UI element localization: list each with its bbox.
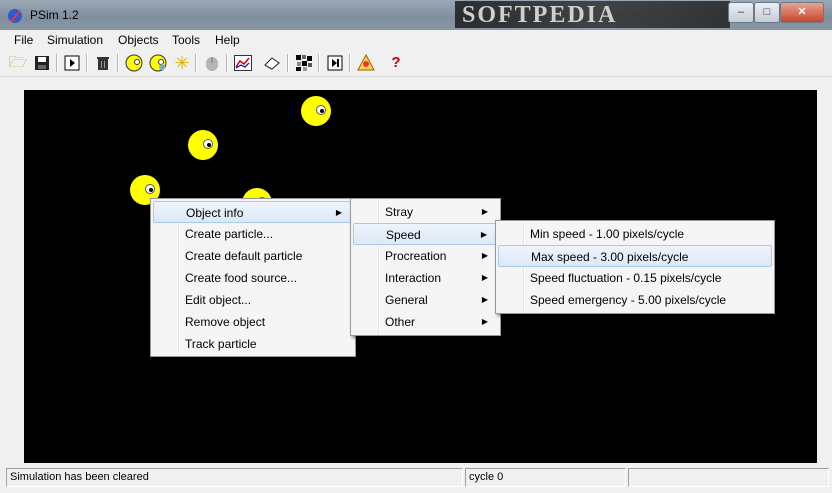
toolbar: 🗁 ✳ ? (0, 50, 832, 77)
speed-item-min-speed[interactable]: Min speed - 1.00 pixels/cycle (498, 223, 772, 245)
submenu-item-procreation[interactable]: Procreation ▶ (353, 245, 498, 267)
status-message: Simulation has been cleared (6, 468, 463, 487)
menu-simulation[interactable]: Simulation (47, 33, 103, 47)
save-icon[interactable] (32, 53, 52, 73)
info-icon[interactable] (356, 53, 376, 73)
menu-item-edit-object[interactable]: Edit object... (153, 289, 353, 311)
close-button[interactable]: ✕ (780, 2, 824, 23)
help-icon[interactable]: ? (386, 53, 406, 73)
menu-tools[interactable]: Tools (172, 33, 200, 47)
menu-item-track-particle[interactable]: Track particle (153, 333, 353, 355)
menu-item-create-particle[interactable]: Create particle... (153, 223, 353, 245)
delete-icon[interactable] (93, 53, 113, 73)
menu-item-object-info[interactable]: Object info ▶ (153, 201, 353, 223)
menu-item-remove-object[interactable]: Remove object (153, 311, 353, 333)
grid-icon[interactable] (294, 53, 314, 73)
particle-icon[interactable] (124, 53, 144, 73)
watermark-text: SOFTPEDIA (462, 2, 618, 28)
title-bar: SOFTPEDIA PSim 1.2 – □ ✕ (0, 0, 832, 30)
submenu-item-other[interactable]: Other ▶ (353, 311, 498, 333)
menu-item-create-default-particle[interactable]: Create default particle (153, 245, 353, 267)
submenu-item-stray[interactable]: Stray ▶ (353, 201, 498, 223)
step-icon[interactable] (325, 53, 345, 73)
menu-bar: File Simulation Objects Tools Help (0, 30, 832, 50)
chart-icon[interactable] (233, 53, 253, 73)
speed-item-speed-emergency[interactable]: Speed emergency - 5.00 pixels/cycle (498, 289, 772, 311)
status-panel-empty (628, 468, 829, 487)
submenu-item-general[interactable]: General ▶ (353, 289, 498, 311)
speed-item-speed-fluctuation[interactable]: Speed fluctuation - 0.15 pixels/cycle (498, 267, 772, 289)
particle[interactable] (188, 130, 218, 160)
status-bar: Simulation has been cleared cycle 0 (0, 466, 832, 493)
status-cycle: cycle 0 (465, 468, 626, 487)
window-title: PSim 1.2 (30, 8, 79, 22)
default-particle-icon[interactable] (148, 53, 168, 73)
speed-item-max-speed[interactable]: Max speed - 3.00 pixels/cycle (498, 245, 772, 267)
submenu-item-interaction[interactable]: Interaction ▶ (353, 267, 498, 289)
menu-help[interactable]: Help (215, 33, 240, 47)
object-info-submenu: Stray ▶ Speed ▶ Procreation ▶ Interaction ▶ … (350, 198, 501, 336)
food-source-icon[interactable]: ✳ (172, 53, 192, 73)
minimize-button[interactable]: – (728, 2, 754, 23)
menu-item-create-food-source[interactable]: Create food source... (153, 267, 353, 289)
speed-submenu: Min speed - 1.00 pixels/cycle Max speed … (495, 220, 775, 314)
particle[interactable] (301, 96, 331, 126)
context-menu: Object info ▶ Create particle... Create d… (150, 198, 356, 357)
menu-objects[interactable]: Objects (118, 33, 159, 47)
app-icon (8, 9, 22, 23)
open-folder-icon[interactable]: 🗁 (8, 53, 28, 73)
eraser-icon[interactable] (262, 53, 282, 73)
submenu-item-speed[interactable]: Speed ▶ (353, 223, 498, 245)
mouse-icon[interactable] (202, 53, 222, 73)
maximize-button[interactable]: □ (754, 2, 780, 23)
menu-file[interactable]: File (14, 33, 33, 47)
run-icon[interactable] (62, 53, 82, 73)
